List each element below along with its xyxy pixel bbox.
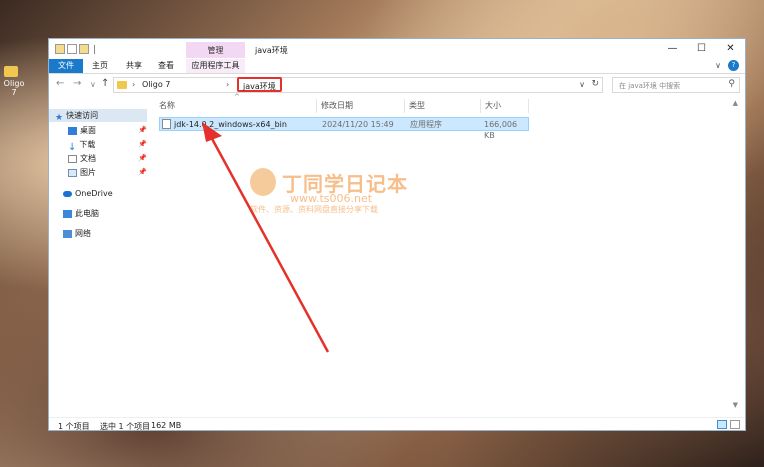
refresh-icon[interactable]: ↻ xyxy=(591,79,599,89)
star-icon: ★ xyxy=(55,112,64,123)
window-controls: — ☐ ✕ xyxy=(658,39,745,59)
document-icon xyxy=(68,154,77,163)
minimize-button[interactable]: — xyxy=(658,39,687,59)
file-name[interactable]: jdk-14.0.2_windows-x64_bin xyxy=(174,119,287,130)
context-tab-manage: 管理 xyxy=(186,42,245,58)
breadcrumb-separator[interactable]: › xyxy=(132,80,135,89)
pin-icon[interactable]: 📌 xyxy=(138,154,147,162)
chevron-down-icon[interactable]: ∨ xyxy=(715,61,721,70)
nav-label: 文档 xyxy=(80,154,96,163)
status-item-count: 1 个项目 xyxy=(58,422,90,431)
nav-label: 图片 xyxy=(80,168,96,177)
chevron-down-icon[interactable]: ∨ xyxy=(579,80,585,89)
nav-item-onedrive[interactable]: OneDrive xyxy=(63,187,113,200)
nav-label: 桌面 xyxy=(80,126,96,135)
file-size: 166,006 KB xyxy=(484,120,518,140)
picture-icon xyxy=(68,168,77,177)
cloud-icon xyxy=(63,190,72,197)
ribbon-tabs: 文件 主页 共享 查看 应用程序工具 ∨ ? xyxy=(49,59,745,74)
nav-item-downloads[interactable]: ↓ 下载 xyxy=(68,138,96,153)
nav-label: 此电脑 xyxy=(75,209,99,218)
nav-label: 下载 xyxy=(79,140,96,149)
tab-application-tools[interactable]: 应用程序工具 xyxy=(186,59,245,73)
breadcrumb-oligo7[interactable]: Oligo 7 xyxy=(142,80,170,89)
toolbar-divider xyxy=(94,44,95,54)
maximize-button[interactable]: ☐ xyxy=(687,39,716,59)
nav-item-desktop[interactable]: 桌面 xyxy=(68,124,96,137)
file-type: 应用程序 xyxy=(410,120,442,129)
column-header-type[interactable]: 类型 xyxy=(405,99,481,113)
window-title: java环境 xyxy=(255,46,288,55)
file-modified: 2024/11/20 15:49 xyxy=(322,120,394,129)
pin-icon[interactable]: 📌 xyxy=(138,168,147,176)
folder-icon xyxy=(117,81,127,89)
nav-item-quick-access[interactable]: ★ 快速访问 xyxy=(49,109,147,123)
forward-button[interactable]: → xyxy=(73,78,81,89)
column-header-size[interactable]: 大小 xyxy=(481,99,529,113)
tab-view[interactable]: 查看 xyxy=(153,59,179,73)
nav-label: 网络 xyxy=(75,229,91,238)
properties-icon[interactable] xyxy=(67,44,77,54)
nav-label: 快速访问 xyxy=(66,111,99,120)
nav-item-documents[interactable]: 文档 xyxy=(68,152,96,165)
download-icon: ↓ xyxy=(68,141,77,153)
up-button[interactable]: ↑ xyxy=(101,78,109,89)
status-size: 162 MB xyxy=(151,421,182,430)
details-view-button[interactable] xyxy=(717,420,727,429)
network-icon xyxy=(63,229,72,238)
desktop-shortcut-oligo[interactable]: Oligo 7 xyxy=(0,66,28,97)
column-header-modified[interactable]: 修改日期 xyxy=(317,99,405,113)
file-list: ^ 名称 修改日期 类型 大小 jdk-14.0.2_windows-x64_b… xyxy=(149,93,739,415)
status-bar: 1 个项目 选中 1 个项目 162 MB xyxy=(49,417,745,432)
app-icon xyxy=(4,66,18,77)
desktop-icon xyxy=(68,126,77,135)
help-icon[interactable]: ? xyxy=(728,60,739,71)
nav-item-network[interactable]: 网络 xyxy=(63,227,91,240)
scroll-down-button[interactable]: ▼ xyxy=(733,401,738,409)
pin-icon[interactable]: 📌 xyxy=(138,140,147,148)
breadcrumb-separator[interactable]: › xyxy=(226,80,229,89)
search-input[interactable]: 在 java环境 中搜索 ⚲ xyxy=(612,77,740,93)
large-icons-view-button[interactable] xyxy=(730,420,740,429)
tab-home[interactable]: 主页 xyxy=(87,59,113,73)
tab-share[interactable]: 共享 xyxy=(121,59,147,73)
breadcrumb-java-env[interactable]: java环境 xyxy=(237,77,282,92)
search-placeholder: 在 java环境 中搜索 xyxy=(619,82,681,90)
nav-item-this-pc[interactable]: 此电脑 xyxy=(63,207,99,220)
computer-icon xyxy=(63,209,72,218)
search-icon[interactable]: ⚲ xyxy=(728,79,735,89)
pin-icon[interactable]: 📌 xyxy=(138,126,147,134)
column-header-name[interactable]: 名称 xyxy=(155,99,317,113)
file-explorer-window: 管理 java环境 — ☐ ✕ 文件 主页 共享 查看 应用程序工具 ∨ ? ←… xyxy=(48,38,746,431)
shiba-logo-icon xyxy=(250,168,276,196)
watermark-subtitle: 软件、资源、资料网盘直接分享下载 xyxy=(250,205,378,214)
table-row[interactable]: jdk-14.0.2_windows-x64_bin 2024/11/20 15… xyxy=(159,117,529,140)
back-button[interactable]: ← xyxy=(56,78,64,89)
scroll-up-button[interactable]: ▲ xyxy=(733,99,738,107)
executable-file-icon xyxy=(162,119,171,129)
new-folder-icon[interactable] xyxy=(79,44,89,54)
nav-item-pictures[interactable]: 图片 xyxy=(68,166,96,179)
quick-access-toolbar xyxy=(55,44,95,54)
title-bar: 管理 java环境 — ☐ ✕ xyxy=(49,39,745,59)
folder-icon[interactable] xyxy=(55,44,65,54)
tab-file[interactable]: 文件 xyxy=(49,59,83,73)
desktop-icon-label: Oligo 7 xyxy=(3,79,25,97)
status-selected: 选中 1 个项目 xyxy=(100,422,151,431)
address-row: ← → ∨ ↑ › Oligo 7 › java环境 ∨ ↻ 在 java环境 … xyxy=(49,74,745,96)
watermark: 丁同学日记本 www.ts006.net 软件、资源、资料网盘直接分享下载 xyxy=(250,168,470,228)
navigation-pane: ★ 快速访问 桌面 📌 ↓ 下载 📌 文档 📌 图片 📌 OneDrive 此电脑 … xyxy=(49,97,147,415)
nav-label: OneDrive xyxy=(75,189,113,198)
recent-locations-button[interactable]: ∨ xyxy=(90,80,96,89)
close-button[interactable]: ✕ xyxy=(716,39,745,59)
address-bar[interactable]: › Oligo 7 › java环境 ∨ ↻ xyxy=(113,77,603,93)
